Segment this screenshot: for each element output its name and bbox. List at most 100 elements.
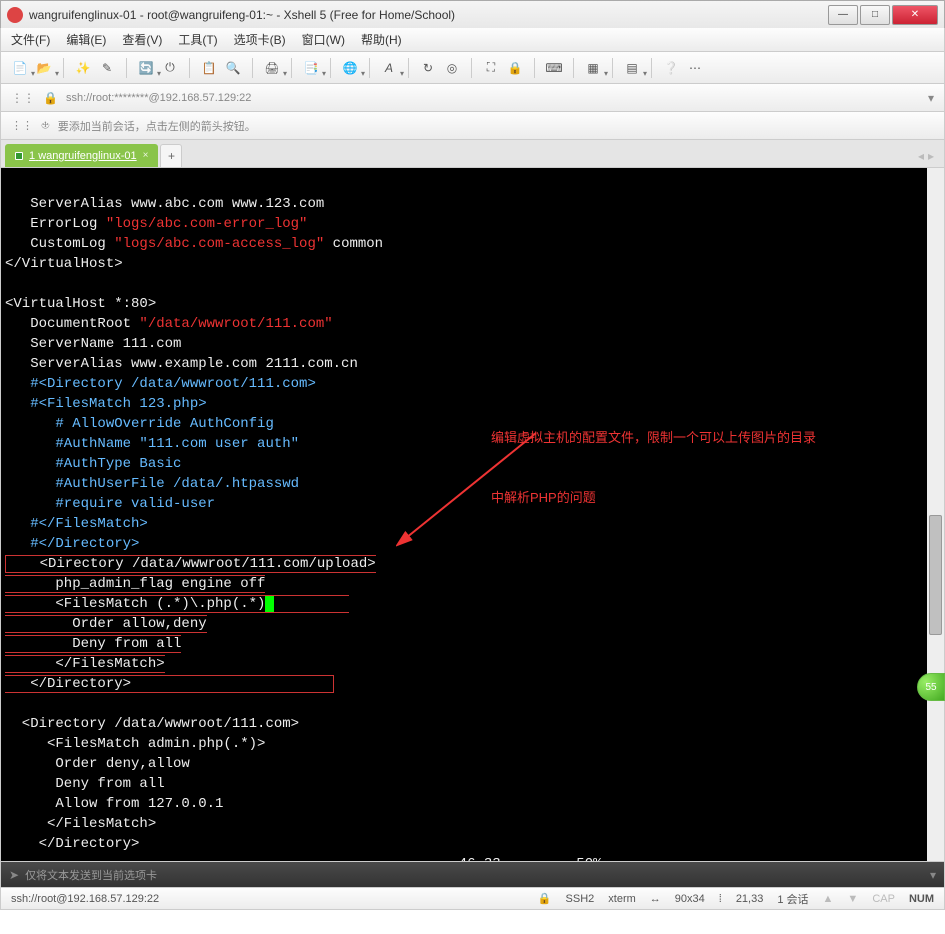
handle-icon: ⋮⋮	[11, 91, 35, 105]
fullscreen-icon[interactable]: ⛶	[482, 59, 500, 77]
lock-icon[interactable]: 🔒	[506, 59, 524, 77]
menu-tabs[interactable]: 选项卡(B)	[234, 31, 286, 48]
search-icon[interactable]: 🔍	[224, 59, 242, 77]
disconnect-icon[interactable]: ⏻	[161, 59, 179, 77]
terminal[interactable]: ServerAlias www.abc.com www.123.com Erro…	[0, 168, 945, 862]
scrollbar-thumb[interactable]	[929, 515, 942, 635]
annotation-line1: 编辑虚拟主机的配置文件，限制一个可以上传图片的目录	[491, 428, 816, 448]
globe-icon[interactable]: 🌐	[341, 59, 359, 77]
menu-window[interactable]: 窗口(W)	[302, 31, 345, 48]
new-tab-button[interactable]: +	[160, 144, 182, 167]
menu-view[interactable]: 查看(V)	[122, 31, 162, 48]
new-session-icon[interactable]: 📄	[11, 59, 29, 77]
tab-nav: ◂ ▸	[918, 144, 940, 167]
annotation-text: 编辑虚拟主机的配置文件，限制一个可以上传图片的目录 中解析PHP的问题	[491, 388, 816, 528]
send-dropdown-icon[interactable]: ▾	[930, 868, 936, 882]
scrollbar[interactable]	[927, 168, 944, 861]
tab-bar: 1 wangruifenglinux-01 × + ◂ ▸	[0, 140, 945, 168]
send-icon[interactable]: ➤	[9, 868, 19, 882]
terminal-line: </VirtualHost>	[5, 256, 123, 272]
status-cap: CAP	[872, 893, 895, 905]
vim-position: 46,33 50%	[5, 856, 602, 862]
terminal-line: #require valid-user	[5, 496, 215, 512]
lock-icon: 🔒	[43, 91, 58, 105]
terminal-line: ServerAlias www.abc.com www.123.com	[5, 196, 324, 212]
terminal-line: # AllowOverride AuthConfig	[5, 416, 274, 432]
reconnect-icon[interactable]: 🔄	[137, 59, 155, 77]
terminal-line: ServerAlias www.example.com 2111.com.cn	[5, 356, 358, 372]
address-url[interactable]: ssh://root:********@192.168.57.129:22	[66, 92, 920, 104]
terminal-line: #AuthName "111.com user auth"	[5, 436, 299, 452]
separator	[189, 58, 190, 78]
status-dot-icon	[15, 152, 23, 160]
toolbar: 📄 📂 ✨ ✎ 🔄 ⏻ 📋 🔍 🖨 📑 🌐 A ↻ ◎ ⛶ 🔒 ⌨ ▦ ▤ ❔ …	[0, 52, 945, 84]
close-button[interactable]: ✕	[892, 5, 938, 25]
refresh-icon[interactable]: ↻	[419, 59, 437, 77]
menu-tools[interactable]: 工具(T)	[178, 31, 217, 48]
pos-icon: ⁞	[719, 893, 722, 905]
separator	[126, 58, 127, 78]
status-size: 90x34	[675, 893, 705, 905]
terminal-line: #<FilesMatch 123.php>	[5, 396, 207, 412]
terminal-line: #<Directory /data/wwwroot/111.com>	[5, 376, 316, 392]
tab-label: wangruifenglinux-01	[38, 150, 136, 162]
status-bar: ssh://root@192.168.57.129:22 🔒 SSH2 xter…	[0, 888, 945, 910]
session-tab-1[interactable]: 1 wangruifenglinux-01 ×	[5, 144, 158, 167]
notification-bubble[interactable]: 55	[917, 673, 945, 701]
menu-edit[interactable]: 编辑(E)	[66, 31, 106, 48]
keyboard-icon[interactable]: ⌨	[545, 59, 563, 77]
separator	[534, 58, 535, 78]
open-folder-icon[interactable]: 📂	[35, 59, 53, 77]
terminal-line: "/data/wwwroot/111.com"	[139, 316, 332, 332]
status-term: xterm	[608, 893, 636, 905]
more-icon[interactable]: ⋯	[686, 59, 704, 77]
wand-icon[interactable]: ✎	[98, 59, 116, 77]
status-pos: 21,33	[736, 893, 764, 905]
print-icon[interactable]: 🖨	[263, 59, 281, 77]
terminal-line: #AuthUserFile /data/.htpasswd	[5, 476, 299, 492]
handle-icon: ⋮⋮	[11, 119, 33, 132]
properties-icon[interactable]: 📑	[302, 59, 320, 77]
terminal-line: Allow from 127.0.0.1	[5, 796, 223, 812]
hint-text: 要添加当前会话，点击左侧的箭头按钮。	[58, 118, 256, 134]
dropdown-icon[interactable]: ▾	[928, 91, 934, 105]
bookmark-icon[interactable]: 🕁	[41, 119, 50, 132]
minimize-button[interactable]: —	[828, 5, 858, 25]
font-icon[interactable]: A	[380, 59, 398, 77]
terminal-line: "logs/abc.com-access_log"	[114, 236, 324, 252]
cursor: >	[265, 596, 273, 612]
maximize-button[interactable]: □	[860, 5, 890, 25]
status-ssh: SSH2	[566, 893, 595, 905]
grid-icon[interactable]: ▤	[623, 59, 641, 77]
terminal-line: <FilesMatch admin.php(.*)>	[5, 736, 265, 752]
terminal-line: #</FilesMatch>	[5, 516, 148, 532]
terminal-line: ServerName 111.com	[5, 336, 181, 352]
send-placeholder[interactable]: 仅将文本发送到当前选项卡	[25, 867, 924, 883]
separator	[471, 58, 472, 78]
menu-file[interactable]: 文件(F)	[11, 31, 50, 48]
terminal-line: <VirtualHost *:80>	[5, 296, 156, 312]
terminal-line: <FilesMatch (.*)\.php(.*)	[5, 596, 265, 612]
menu-help[interactable]: 帮助(H)	[361, 31, 402, 48]
separator	[408, 58, 409, 78]
highlight-icon[interactable]: ✨	[74, 59, 92, 77]
separator	[252, 58, 253, 78]
up-icon: ▲	[823, 893, 834, 905]
prev-tab-icon[interactable]: ◂	[918, 149, 924, 163]
target-icon[interactable]: ◎	[443, 59, 461, 77]
terminal-line: Deny from all	[5, 636, 181, 652]
terminal-line: <Directory /data/wwwroot/111.com/upload>	[6, 556, 376, 572]
terminal-line: DocumentRoot	[5, 316, 139, 332]
terminal-line: Order allow,deny	[5, 616, 207, 632]
separator	[330, 58, 331, 78]
status-lock-icon: 🔒	[538, 892, 552, 905]
window-title: wangruifenglinux-01 - root@wangruifeng-0…	[29, 8, 826, 22]
help-icon[interactable]: ❔	[662, 59, 680, 77]
status-num: NUM	[909, 893, 934, 905]
next-tab-icon[interactable]: ▸	[928, 149, 934, 163]
terminal-line: php_admin_flag engine off	[5, 576, 265, 592]
close-tab-icon[interactable]: ×	[143, 150, 149, 161]
layout-icon[interactable]: ▦	[584, 59, 602, 77]
copy-icon[interactable]: 📋	[200, 59, 218, 77]
terminal-line: #</Directory>	[5, 536, 139, 552]
